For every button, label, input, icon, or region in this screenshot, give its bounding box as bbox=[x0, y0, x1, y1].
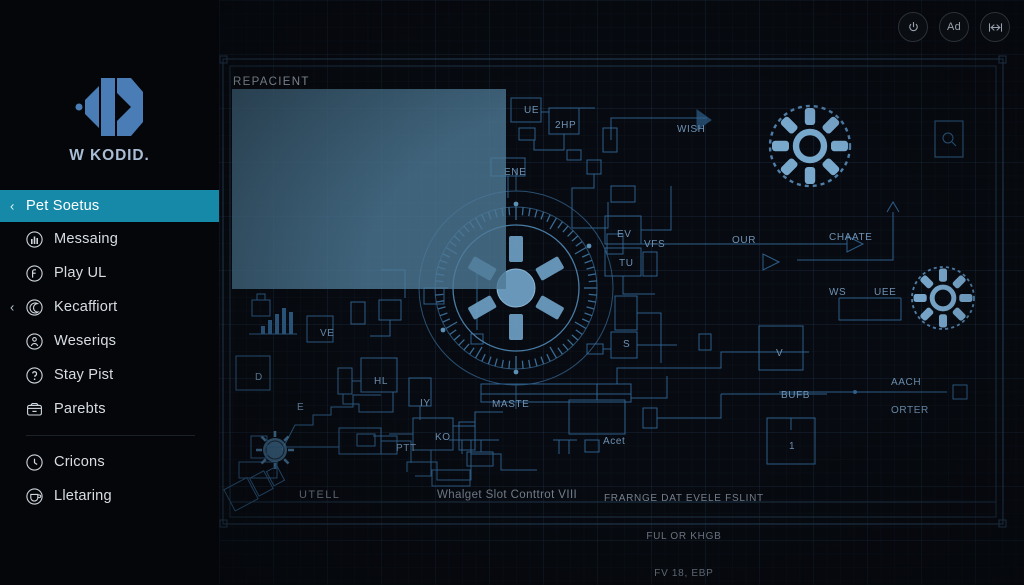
sidebar-item-label: Weseriqs bbox=[54, 333, 117, 349]
sidebar-item-label: Pet Soetus bbox=[26, 198, 100, 214]
sidebar-item-cricons[interactable]: Cricons bbox=[0, 445, 219, 479]
burst-icon bbox=[256, 431, 294, 469]
blueprint-label: KO bbox=[435, 432, 451, 443]
sidebar-item-play-ul[interactable]: Play UL bbox=[0, 256, 219, 290]
blueprint-label: HL bbox=[374, 376, 388, 387]
top-right-controls: Ad bbox=[898, 12, 1010, 42]
sidebar-item-label: Parebts bbox=[54, 401, 106, 417]
person-circle-icon bbox=[26, 332, 43, 350]
blueprint-label: S bbox=[623, 339, 631, 350]
moon-circle-icon bbox=[26, 298, 43, 316]
skip-button[interactable] bbox=[980, 12, 1010, 42]
sprocket-lower-icon bbox=[912, 267, 974, 329]
blueprint-label: E bbox=[297, 402, 305, 413]
sidebar-item-label: Kecaffiort bbox=[54, 299, 118, 315]
sidebar-separator bbox=[26, 435, 195, 436]
blueprint-label: OUR bbox=[732, 235, 757, 246]
cup-circle-icon bbox=[26, 487, 43, 505]
blueprint-label: ORTER bbox=[891, 405, 929, 416]
power-button[interactable] bbox=[898, 12, 928, 42]
blueprint-label: VE bbox=[320, 328, 335, 339]
chart-bars-icon bbox=[26, 230, 43, 248]
caption-block-line2: FUL OR KHGB bbox=[646, 530, 722, 542]
blueprint-label: V bbox=[776, 348, 784, 359]
blueprint-label: UEE bbox=[874, 287, 897, 298]
blueprint-label: TU bbox=[619, 258, 634, 269]
blueprint-label: WISH bbox=[677, 124, 706, 135]
sidebar-item-label: Cricons bbox=[54, 454, 105, 470]
blueprint-label: 2HP bbox=[555, 120, 577, 131]
blueprint-label: EV bbox=[617, 229, 632, 240]
panel-title: REPACIENT bbox=[233, 76, 310, 88]
sidebar-item-label: Messaing bbox=[54, 231, 119, 247]
sidebar-item-label: Stay Pist bbox=[54, 367, 114, 383]
sidebar-item-pet-soetus[interactable]: ‹ Pet Soetus bbox=[0, 190, 219, 222]
blueprint-label: 1 bbox=[789, 441, 796, 452]
brand-logo-block: W KODID. bbox=[0, 0, 219, 165]
blueprint-stage[interactable]: 2HP UE ENE WISH EV VFS TU S OUR CHAATE WS UEE V BUFB A… bbox=[219, 0, 1024, 585]
blueprint-label: WS bbox=[829, 287, 847, 298]
caption-block: FRARNGE DAT EVELE FSLINT FUL OR KHGB FV … bbox=[604, 468, 764, 585]
ad-button[interactable]: Ad bbox=[939, 12, 969, 42]
skip-end-icon bbox=[988, 22, 1002, 32]
blueprint-label: Acet bbox=[603, 436, 626, 447]
blueprint-label: MASTE bbox=[492, 399, 530, 410]
blueprint-label: AACH bbox=[891, 377, 922, 388]
sidebar: W KODID. ‹ Pet Soetus Messaing Play UL ‹ Keca… bbox=[0, 0, 219, 585]
blueprint-label: UE bbox=[524, 105, 540, 116]
brand-logo-icon bbox=[75, 78, 143, 136]
archive-box-icon bbox=[26, 401, 43, 418]
caption-block-line1: FRARNGE DAT EVELE FSLINT bbox=[604, 493, 764, 504]
sidebar-item-label: Play UL bbox=[54, 265, 107, 281]
clock-circle-icon bbox=[26, 453, 43, 471]
blueprint-label: VFS bbox=[644, 239, 666, 250]
blueprint-label: IY bbox=[420, 398, 431, 409]
sidebar-item-kecaffiort[interactable]: ‹ Kecaffiort bbox=[0, 290, 219, 324]
blueprint-label: PTT bbox=[396, 443, 417, 454]
blueprint-label: ENE bbox=[504, 167, 527, 178]
chevron-left-icon: ‹ bbox=[10, 198, 15, 214]
chevron-left-icon: ‹ bbox=[10, 299, 15, 315]
caption-block-line3: FV 18, EBP bbox=[654, 568, 714, 579]
brand-name: W KODID. bbox=[69, 147, 150, 164]
sidebar-item-label: Lletaring bbox=[54, 488, 112, 504]
sidebar-item-weseriqs[interactable]: Weseriqs bbox=[0, 324, 219, 358]
selection-overlay[interactable] bbox=[232, 89, 506, 289]
sprocket-upper-icon bbox=[770, 106, 850, 186]
blueprint-label: D bbox=[255, 372, 263, 383]
sidebar-item-stay-pist[interactable]: Stay Pist bbox=[0, 358, 219, 392]
caption-left: UTELL bbox=[299, 489, 341, 501]
sidebar-item-parebts[interactable]: Parebts bbox=[0, 392, 219, 426]
sidebar-item-messaing[interactable]: Messaing bbox=[0, 222, 219, 256]
question-circle-icon bbox=[26, 366, 43, 384]
sidebar-item-lletaring[interactable]: Lletaring bbox=[0, 479, 219, 513]
f-circle-icon bbox=[26, 264, 43, 282]
blueprint-label: BUFB bbox=[781, 390, 811, 401]
caption-center: Whalget Slot Conttrot VIII bbox=[437, 489, 578, 501]
ad-button-label: Ad bbox=[946, 21, 962, 33]
blueprint-label: CHAATE bbox=[829, 232, 873, 243]
sidebar-nav: ‹ Pet Soetus Messaing Play UL ‹ Kecaffiort Wes… bbox=[0, 190, 219, 513]
power-icon bbox=[908, 21, 918, 31]
